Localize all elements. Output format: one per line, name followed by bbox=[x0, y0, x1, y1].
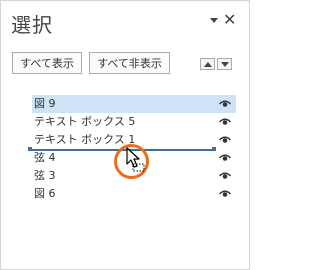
list-item-label: 図 6 bbox=[34, 187, 56, 200]
list-item-label: 弦 3 bbox=[34, 169, 56, 182]
eye-icon[interactable] bbox=[219, 154, 231, 162]
list-item-label: テキスト ボックス 1 bbox=[34, 133, 136, 146]
bring-forward-button[interactable] bbox=[200, 58, 215, 70]
show-all-button[interactable]: すべて表示 bbox=[12, 52, 82, 74]
eye-icon[interactable] bbox=[219, 172, 231, 180]
eye-icon[interactable] bbox=[219, 190, 231, 198]
drag-cursor-icon bbox=[126, 147, 145, 172]
triangle-up-icon bbox=[204, 62, 212, 67]
list-item[interactable]: 図 9 bbox=[32, 95, 236, 113]
list-item-label: 図 9 bbox=[34, 97, 56, 110]
list-item-label: 弦 4 bbox=[34, 151, 56, 164]
drop-indicator-end bbox=[212, 147, 216, 151]
eye-icon[interactable] bbox=[219, 100, 231, 108]
selection-pane: 選択 ✕ すべて表示 すべて非表示 図 9 テキスト ボックス 5 テキスト ボ… bbox=[0, 0, 250, 270]
drop-indicator-start bbox=[28, 147, 32, 151]
close-icon[interactable]: ✕ bbox=[223, 10, 236, 30]
triangle-down-icon bbox=[221, 62, 229, 67]
eye-icon[interactable] bbox=[219, 136, 231, 144]
list-item[interactable]: 図 6 bbox=[32, 185, 236, 203]
list-item[interactable]: テキスト ボックス 5 bbox=[32, 113, 236, 131]
pane-options-icon[interactable] bbox=[210, 18, 218, 23]
hide-all-button[interactable]: すべて非表示 bbox=[89, 52, 170, 74]
list-item-label: テキスト ボックス 5 bbox=[34, 115, 136, 128]
send-backward-button[interactable] bbox=[217, 58, 232, 70]
pane-title: 選択 bbox=[11, 13, 53, 37]
eye-icon[interactable] bbox=[219, 118, 231, 126]
